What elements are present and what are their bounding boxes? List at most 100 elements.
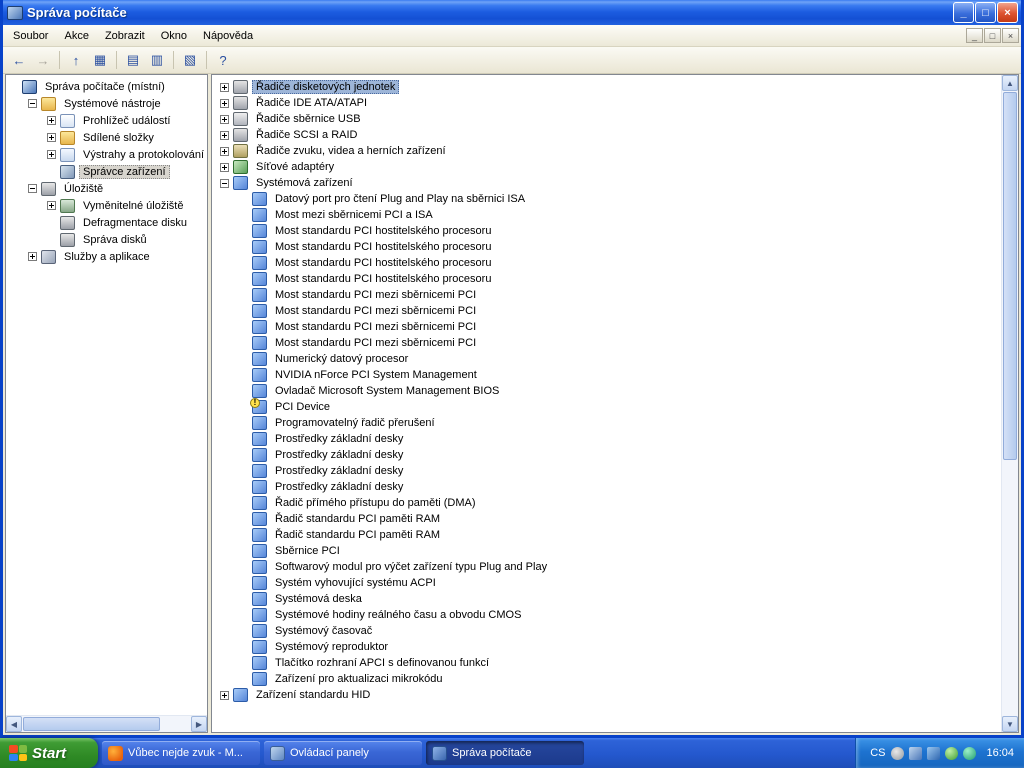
keyboard-layout-icon[interactable] [891,747,904,760]
expand-icon[interactable] [220,115,229,124]
scroll-track[interactable] [161,716,191,732]
task-button[interactable]: Vůbec nejde zvuk - M... [102,741,260,765]
expand-icon[interactable] [220,147,229,156]
device-tree-item[interactable]: Síťové adaptéry [220,159,1001,175]
network-icon[interactable] [927,747,940,760]
expand-icon[interactable] [47,116,56,125]
console-tree-item[interactable]: Defragmentace disku [9,214,207,231]
expand-icon[interactable] [47,201,56,210]
device-tree-item[interactable]: Řadiče SCSI a RAID [220,127,1001,143]
device-tree-item[interactable]: Prostředky základní desky [220,431,1001,447]
expand-icon[interactable] [220,131,229,140]
language-indicator[interactable]: CS [870,747,885,759]
collapse-icon[interactable] [28,99,37,108]
device-tree-item[interactable]: Systémový časovač [220,623,1001,639]
minimize-button[interactable]: _ [953,2,974,23]
device-tree-item[interactable]: NVIDIA nForce PCI System Management [220,367,1001,383]
expand-icon[interactable] [220,83,229,92]
expand-icon[interactable] [220,691,229,700]
device-tree-item[interactable]: Systémová zařízení [220,175,1001,191]
horizontal-scroll-thumb[interactable] [23,717,160,731]
device-tree-item[interactable]: Prostředky základní desky [220,479,1001,495]
device-tree-item[interactable]: Prostředky základní desky [220,447,1001,463]
device-tree-item[interactable]: Most standardu PCI mezi sběrnicemi PCI [220,335,1001,351]
expand-icon[interactable] [220,163,229,172]
messenger-icon[interactable] [945,747,958,760]
menu-item[interactable]: Zobrazit [97,27,153,45]
scroll-track[interactable] [1002,461,1018,716]
restore-button[interactable]: □ [975,2,996,23]
console-tree-item[interactable]: Správce zařízení [9,163,207,180]
console-tree-item[interactable]: Systémové nástroje [9,95,207,112]
device-tree-item[interactable]: Řadič standardu PCI paměti RAM [220,511,1001,527]
task-button[interactable]: Ovládací panely [264,741,422,765]
device-tree-item[interactable]: Systémová deska [220,591,1001,607]
device-tree-item[interactable]: Řadiče sběrnice USB [220,111,1001,127]
menu-item[interactable]: Akce [56,27,96,45]
start-button[interactable]: Start [0,738,98,768]
device-tree-item[interactable]: Most standardu PCI hostitelského proceso… [220,223,1001,239]
back-button[interactable]: ← [8,49,30,71]
export-list-button[interactable]: ▧ [179,49,201,71]
console-tree-item[interactable]: Služby a aplikace [9,248,207,265]
device-tree-item[interactable]: Zařízení standardu HID [220,687,1001,703]
menu-item[interactable]: Nápověda [195,27,261,45]
device-tree-item[interactable]: Most standardu PCI hostitelského proceso… [220,239,1001,255]
print-button[interactable]: ▥ [146,49,168,71]
console-tree-item[interactable]: Vyměnitelné úložiště [9,197,207,214]
display-settings-icon[interactable] [909,747,922,760]
device-tree-item[interactable]: !PCI Device [220,399,1001,415]
forward-button[interactable]: → [32,49,54,71]
clock[interactable]: 16:04 [986,747,1014,759]
child-minimize-button[interactable]: _ [966,28,983,43]
properties-button[interactable]: ▤ [122,49,144,71]
device-tree-item[interactable]: Řadič standardu PCI paměti RAM [220,527,1001,543]
device-tree-item[interactable]: Most standardu PCI hostitelského proceso… [220,271,1001,287]
console-tree-item[interactable]: Úložiště [9,180,207,197]
console-tree-item[interactable]: Správa disků [9,231,207,248]
device-tree-item[interactable]: Řadič přímého přístupu do paměti (DMA) [220,495,1001,511]
expand-icon[interactable] [220,99,229,108]
child-close-button[interactable]: × [1002,28,1019,43]
up-level-button[interactable]: ↑ [65,49,87,71]
device-tree-item[interactable]: Datový port pro čtení Plug and Play na s… [220,191,1001,207]
collapse-icon[interactable] [28,184,37,193]
device-tree-item[interactable]: Řadiče zvuku, videa a herních zařízení [220,143,1001,159]
device-tree-item[interactable]: Řadiče IDE ATA/ATAPI [220,95,1001,111]
console-tree-item[interactable]: Sdílené složky [9,129,207,146]
expand-icon[interactable] [28,252,37,261]
device-tree-item[interactable]: Systémové hodiny reálného času a obvodu … [220,607,1001,623]
child-restore-button[interactable]: □ [984,28,1001,43]
menu-item[interactable]: Soubor [5,27,56,45]
scroll-down-button[interactable]: ▼ [1002,716,1018,732]
task-button[interactable]: Správa počítače [426,741,584,765]
device-tree-item[interactable]: Softwarový modul pro výčet zařízení typu… [220,559,1001,575]
device-tree-item[interactable]: Numerický datový procesor [220,351,1001,367]
device-tree-item[interactable]: Programovatelný řadič přerušení [220,415,1001,431]
device-tree-item[interactable]: Ovladač Microsoft System Management BIOS [220,383,1001,399]
expand-icon[interactable] [47,150,56,159]
device-tree-item[interactable]: Prostředky základní desky [220,463,1001,479]
device-tree-item[interactable]: Most mezi sběrnicemi PCI a ISA [220,207,1001,223]
device-tree-item[interactable]: Řadiče disketových jednotek [220,79,1001,95]
close-button[interactable]: × [997,2,1018,23]
device-tree-item[interactable]: Systém vyhovující systému ACPI [220,575,1001,591]
scroll-right-button[interactable]: ▶ [191,716,207,732]
console-tree-item[interactable]: Prohlížeč událostí [9,112,207,129]
collapse-icon[interactable] [220,179,229,188]
device-tree-item[interactable]: Most standardu PCI mezi sběrnicemi PCI [220,319,1001,335]
device-tree-item[interactable]: Systémový reproduktor [220,639,1001,655]
scroll-up-button[interactable]: ▲ [1002,75,1018,91]
show-hide-console-tree-button[interactable]: ▦ [89,49,111,71]
console-tree-item[interactable]: Výstrahy a protokolování vý [9,146,207,163]
device-tree-item[interactable]: Most standardu PCI hostitelského proceso… [220,255,1001,271]
device-tree-item[interactable]: Tlačítko rozhraní APCI s definovanou fun… [220,655,1001,671]
menu-item[interactable]: Okno [153,27,195,45]
console-tree-item[interactable]: Správa počítače (místní) [9,78,207,95]
vertical-scroll-thumb[interactable] [1003,92,1017,460]
device-tree-item[interactable]: Sběrnice PCI [220,543,1001,559]
help-button[interactable]: ? [212,49,234,71]
device-tree-item[interactable]: Most standardu PCI mezi sběrnicemi PCI [220,287,1001,303]
antivirus-icon[interactable] [963,747,976,760]
expand-icon[interactable] [47,133,56,142]
